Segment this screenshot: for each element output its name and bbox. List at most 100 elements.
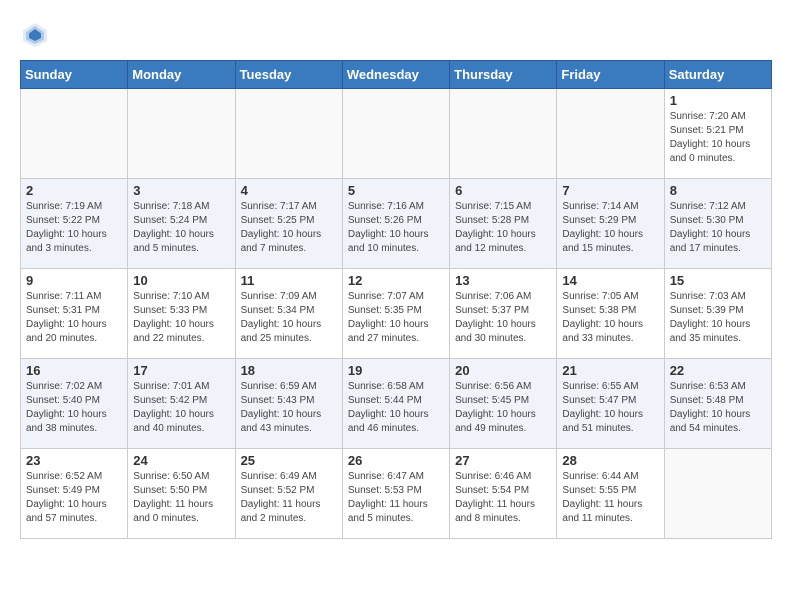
day-info: Sunrise: 7:01 AM Sunset: 5:42 PM Dayligh… <box>133 380 229 436</box>
day-info: Sunrise: 7:10 AM Sunset: 5:33 PM Dayligh… <box>133 290 229 346</box>
calendar-table: SundayMondayTuesdayWednesdayThursdayFrid… <box>20 60 772 539</box>
weekday-header-row: SundayMondayTuesdayWednesdayThursdayFrid… <box>21 61 772 89</box>
day-number: 3 <box>133 183 229 198</box>
week-row-5: 23 Sunrise: 6:52 AM Sunset: 5:49 PM Dayli… <box>21 449 772 539</box>
logo <box>20 20 54 50</box>
calendar-cell <box>235 89 342 179</box>
day-info: Sunrise: 7:17 AM Sunset: 5:25 PM Dayligh… <box>241 200 337 256</box>
day-info: Sunrise: 7:05 AM Sunset: 5:38 PM Dayligh… <box>562 290 658 346</box>
day-info: Sunrise: 7:19 AM Sunset: 5:22 PM Dayligh… <box>26 200 122 256</box>
day-info: Sunrise: 7:02 AM Sunset: 5:40 PM Dayligh… <box>26 380 122 436</box>
day-info: Sunrise: 6:47 AM Sunset: 5:53 PM Dayligh… <box>348 470 444 526</box>
day-info: Sunrise: 6:53 AM Sunset: 5:48 PM Dayligh… <box>670 380 766 436</box>
day-number: 12 <box>348 273 444 288</box>
week-row-2: 2 Sunrise: 7:19 AM Sunset: 5:22 PM Daylig… <box>21 179 772 269</box>
day-info: Sunrise: 7:06 AM Sunset: 5:37 PM Dayligh… <box>455 290 551 346</box>
day-number: 26 <box>348 453 444 468</box>
day-info: Sunrise: 6:56 AM Sunset: 5:45 PM Dayligh… <box>455 380 551 436</box>
calendar-cell <box>557 89 664 179</box>
day-number: 6 <box>455 183 551 198</box>
day-info: Sunrise: 6:49 AM Sunset: 5:52 PM Dayligh… <box>241 470 337 526</box>
weekday-header-sunday: Sunday <box>21 61 128 89</box>
calendar-cell <box>664 449 771 539</box>
day-number: 28 <box>562 453 658 468</box>
day-number: 2 <box>26 183 122 198</box>
calendar-cell: 9 Sunrise: 7:11 AM Sunset: 5:31 PM Daylig… <box>21 269 128 359</box>
day-info: Sunrise: 6:55 AM Sunset: 5:47 PM Dayligh… <box>562 380 658 436</box>
day-number: 11 <box>241 273 337 288</box>
calendar-cell: 25 Sunrise: 6:49 AM Sunset: 5:52 PM Dayli… <box>235 449 342 539</box>
weekday-header-tuesday: Tuesday <box>235 61 342 89</box>
day-info: Sunrise: 6:58 AM Sunset: 5:44 PM Dayligh… <box>348 380 444 436</box>
calendar-cell: 28 Sunrise: 6:44 AM Sunset: 5:55 PM Dayli… <box>557 449 664 539</box>
calendar-cell: 18 Sunrise: 6:59 AM Sunset: 5:43 PM Dayli… <box>235 359 342 449</box>
calendar-cell: 15 Sunrise: 7:03 AM Sunset: 5:39 PM Dayli… <box>664 269 771 359</box>
day-number: 17 <box>133 363 229 378</box>
day-number: 8 <box>670 183 766 198</box>
day-info: Sunrise: 6:44 AM Sunset: 5:55 PM Dayligh… <box>562 470 658 526</box>
day-number: 16 <box>26 363 122 378</box>
calendar-cell: 11Sunrise: 7:09 AM Sunset: 5:34 PM Dayli… <box>235 269 342 359</box>
day-info: Sunrise: 7:18 AM Sunset: 5:24 PM Dayligh… <box>133 200 229 256</box>
calendar-cell: 24 Sunrise: 6:50 AM Sunset: 5:50 PM Dayli… <box>128 449 235 539</box>
day-info: Sunrise: 7:07 AM Sunset: 5:35 PM Dayligh… <box>348 290 444 346</box>
day-info: Sunrise: 7:14 AM Sunset: 5:29 PM Dayligh… <box>562 200 658 256</box>
calendar-cell: 14 Sunrise: 7:05 AM Sunset: 5:38 PM Dayli… <box>557 269 664 359</box>
day-number: 23 <box>26 453 122 468</box>
calendar-cell <box>342 89 449 179</box>
page-header <box>20 20 772 50</box>
logo-icon <box>20 20 50 50</box>
day-number: 15 <box>670 273 766 288</box>
calendar-cell: 8 Sunrise: 7:12 AM Sunset: 5:30 PM Daylig… <box>664 179 771 269</box>
weekday-header-thursday: Thursday <box>450 61 557 89</box>
day-number: 14 <box>562 273 658 288</box>
calendar-cell: 21 Sunrise: 6:55 AM Sunset: 5:47 PM Dayli… <box>557 359 664 449</box>
calendar-cell: 27 Sunrise: 6:46 AM Sunset: 5:54 PM Dayli… <box>450 449 557 539</box>
weekday-header-monday: Monday <box>128 61 235 89</box>
day-info: Sunrise: 6:52 AM Sunset: 5:49 PM Dayligh… <box>26 470 122 526</box>
calendar-cell <box>21 89 128 179</box>
day-info: Sunrise: 7:15 AM Sunset: 5:28 PM Dayligh… <box>455 200 551 256</box>
calendar-cell: 20 Sunrise: 6:56 AM Sunset: 5:45 PM Dayli… <box>450 359 557 449</box>
day-info: Sunrise: 7:12 AM Sunset: 5:30 PM Dayligh… <box>670 200 766 256</box>
day-number: 20 <box>455 363 551 378</box>
calendar-cell: 5 Sunrise: 7:16 AM Sunset: 5:26 PM Daylig… <box>342 179 449 269</box>
day-number: 10 <box>133 273 229 288</box>
day-number: 22 <box>670 363 766 378</box>
day-number: 9 <box>26 273 122 288</box>
day-number: 24 <box>133 453 229 468</box>
day-info: Sunrise: 7:16 AM Sunset: 5:26 PM Dayligh… <box>348 200 444 256</box>
day-number: 25 <box>241 453 337 468</box>
calendar-cell <box>128 89 235 179</box>
day-number: 1 <box>670 93 766 108</box>
weekday-header-wednesday: Wednesday <box>342 61 449 89</box>
day-number: 5 <box>348 183 444 198</box>
calendar-cell: 4 Sunrise: 7:17 AM Sunset: 5:25 PM Daylig… <box>235 179 342 269</box>
calendar-cell: 13 Sunrise: 7:06 AM Sunset: 5:37 PM Dayli… <box>450 269 557 359</box>
day-info: Sunrise: 6:50 AM Sunset: 5:50 PM Dayligh… <box>133 470 229 526</box>
day-info: Sunrise: 6:46 AM Sunset: 5:54 PM Dayligh… <box>455 470 551 526</box>
week-row-3: 9 Sunrise: 7:11 AM Sunset: 5:31 PM Daylig… <box>21 269 772 359</box>
day-number: 7 <box>562 183 658 198</box>
calendar-cell: 23 Sunrise: 6:52 AM Sunset: 5:49 PM Dayli… <box>21 449 128 539</box>
day-info: Sunrise: 7:03 AM Sunset: 5:39 PM Dayligh… <box>670 290 766 346</box>
calendar-cell: 7 Sunrise: 7:14 AM Sunset: 5:29 PM Daylig… <box>557 179 664 269</box>
calendar-cell: 17 Sunrise: 7:01 AM Sunset: 5:42 PM Dayli… <box>128 359 235 449</box>
day-info: Sunrise: 6:59 AM Sunset: 5:43 PM Dayligh… <box>241 380 337 436</box>
day-number: 18 <box>241 363 337 378</box>
calendar-cell <box>450 89 557 179</box>
weekday-header-saturday: Saturday <box>664 61 771 89</box>
day-number: 21 <box>562 363 658 378</box>
calendar-cell: 3 Sunrise: 7:18 AM Sunset: 5:24 PM Daylig… <box>128 179 235 269</box>
calendar-cell: 2 Sunrise: 7:19 AM Sunset: 5:22 PM Daylig… <box>21 179 128 269</box>
day-info: Sunrise: 7:20 AM Sunset: 5:21 PM Dayligh… <box>670 110 766 166</box>
day-info: Sunrise: 7:11 AM Sunset: 5:31 PM Dayligh… <box>26 290 122 346</box>
day-number: 27 <box>455 453 551 468</box>
calendar-cell: 16 Sunrise: 7:02 AM Sunset: 5:40 PM Dayli… <box>21 359 128 449</box>
calendar-cell: 6 Sunrise: 7:15 AM Sunset: 5:28 PM Daylig… <box>450 179 557 269</box>
calendar-cell: 1 Sunrise: 7:20 AM Sunset: 5:21 PM Daylig… <box>664 89 771 179</box>
day-number: 13 <box>455 273 551 288</box>
week-row-4: 16 Sunrise: 7:02 AM Sunset: 5:40 PM Dayli… <box>21 359 772 449</box>
day-number: 4 <box>241 183 337 198</box>
calendar-cell: 26 Sunrise: 6:47 AM Sunset: 5:53 PM Dayli… <box>342 449 449 539</box>
